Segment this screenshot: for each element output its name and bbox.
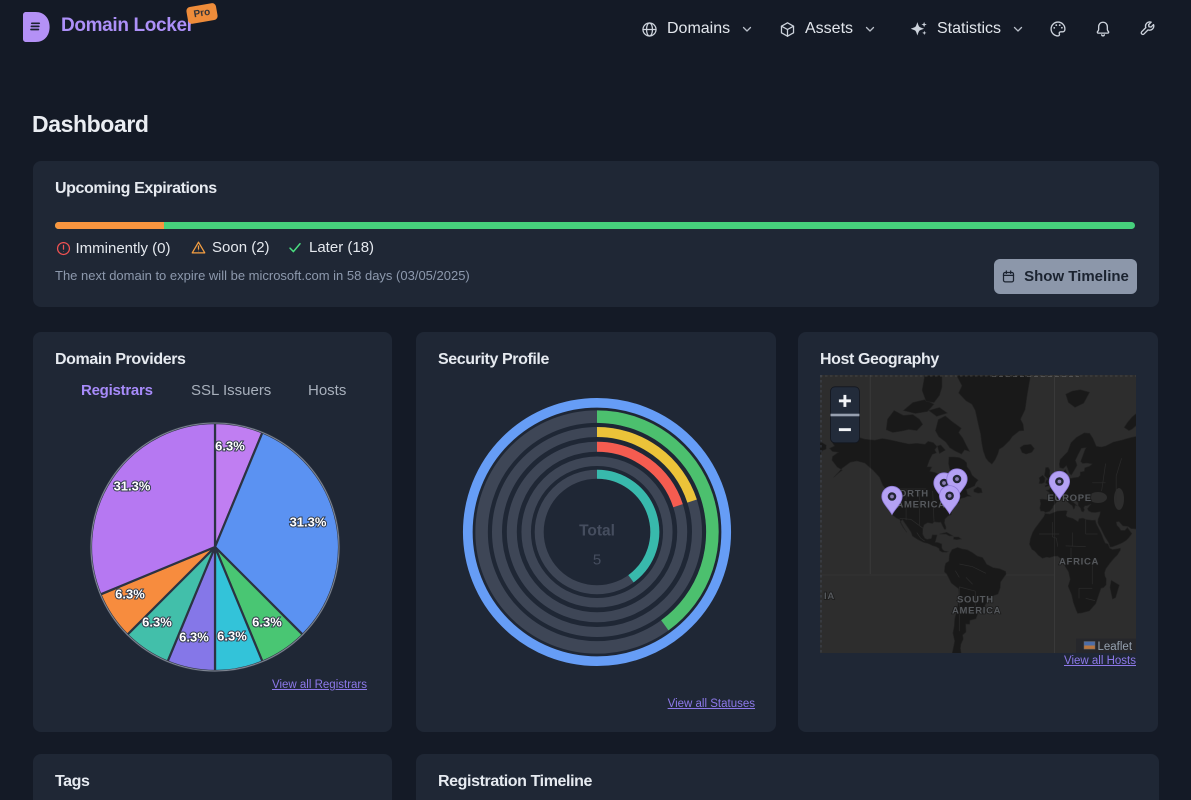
svg-text:SOUTH: SOUTH bbox=[957, 595, 994, 606]
svg-text:6.3%: 6.3% bbox=[217, 629, 247, 644]
svg-text:IA: IA bbox=[824, 591, 835, 602]
svg-text:31.3%: 31.3% bbox=[290, 515, 327, 530]
svg-text:AMERICA: AMERICA bbox=[952, 606, 1001, 617]
svg-text:5: 5 bbox=[592, 552, 600, 569]
svg-text:AMERICA: AMERICA bbox=[897, 500, 946, 511]
svg-text:EUROPE: EUROPE bbox=[1048, 493, 1092, 504]
svg-text:AFRICA: AFRICA bbox=[1059, 557, 1099, 568]
svg-text:6.3%: 6.3% bbox=[142, 615, 172, 630]
svg-text:6.3%: 6.3% bbox=[115, 587, 145, 602]
svg-text:6.3%: 6.3% bbox=[179, 630, 209, 645]
svg-text:6.3%: 6.3% bbox=[215, 439, 245, 454]
svg-text:31.3%: 31.3% bbox=[114, 479, 151, 494]
svg-text:Total: Total bbox=[579, 523, 615, 540]
svg-text:6.3%: 6.3% bbox=[252, 615, 282, 630]
svg-text:Leaflet: Leaflet bbox=[1098, 641, 1133, 653]
